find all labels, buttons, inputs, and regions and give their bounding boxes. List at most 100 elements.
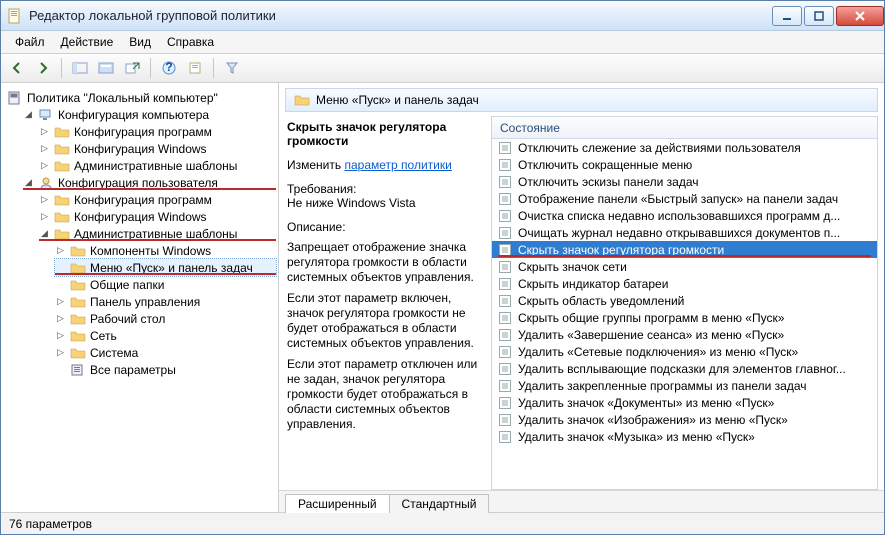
list-item-label: Скрыть индикатор батареи: [518, 277, 668, 291]
tree-all-settings[interactable]: Все параметры: [55, 361, 276, 378]
maximize-button[interactable]: [804, 6, 834, 26]
menu-view[interactable]: Вид: [123, 35, 157, 49]
setting-title: Скрыть значок регулятора громкости: [287, 120, 481, 148]
close-button[interactable]: [836, 6, 884, 26]
list-item[interactable]: Скрыть индикатор батареи: [492, 275, 877, 292]
tree-item[interactable]: ▷Конфигурация программ: [39, 191, 276, 208]
list-item[interactable]: Удалить значок «Документы» из меню «Пуск…: [492, 394, 877, 411]
list-item[interactable]: Очистка списка недавно использовавшихся …: [492, 207, 877, 224]
list-item[interactable]: Удалить «Завершение сеанса» из меню «Пус…: [492, 326, 877, 343]
expand-icon[interactable]: ▷: [55, 313, 66, 324]
tree-root[interactable]: Политика "Локальный компьютер": [7, 89, 276, 106]
forward-button[interactable]: [31, 56, 55, 80]
list-item[interactable]: Удалить закрепленные программы из панели…: [492, 377, 877, 394]
column-header-state[interactable]: Состояние: [492, 117, 877, 139]
list-item-label: Удалить «Завершение сеанса» из меню «Пус…: [518, 328, 784, 342]
expand-icon[interactable]: ▷: [39, 126, 50, 137]
list-item-label: Отключить сокращенные меню: [518, 158, 692, 172]
collapse-icon[interactable]: ◢: [39, 228, 50, 239]
back-button[interactable]: [5, 56, 29, 80]
list-item[interactable]: Удалить всплывающие подсказки для элемен…: [492, 360, 877, 377]
export-button[interactable]: [120, 56, 144, 80]
spacer: [55, 364, 66, 375]
tree-label: Все параметры: [90, 363, 176, 377]
spacer: [55, 262, 66, 273]
list-item[interactable]: Скрыть значок сети: [492, 258, 877, 275]
setting-icon: [498, 396, 512, 410]
list-item-label: Отключить эскизы панели задач: [518, 175, 698, 189]
list-item-label: Отключить слежение за действиями пользов…: [518, 141, 801, 155]
tree-label: Административные шаблоны: [74, 159, 237, 173]
tree-item[interactable]: ▷ Административные шаблоны: [39, 157, 276, 174]
settings-icon: [70, 363, 86, 377]
list-item-label: Скрыть область уведомлений: [518, 294, 684, 308]
list-item[interactable]: Отключить эскизы панели задач: [492, 173, 877, 190]
list-item[interactable]: Отображение панели «Быстрый запуск» на п…: [492, 190, 877, 207]
tree-computer-config[interactable]: ◢ Конфигурация компьютера: [23, 106, 276, 123]
tree-label: Панель управления: [90, 295, 200, 309]
folder-icon: [54, 210, 70, 224]
tree-item[interactable]: ▷ Сеть: [55, 327, 276, 344]
setting-icon: [498, 141, 512, 155]
setting-icon: [498, 294, 512, 308]
expand-icon[interactable]: ▷: [55, 330, 66, 341]
menu-help[interactable]: Справка: [161, 35, 220, 49]
properties-button[interactable]: [94, 56, 118, 80]
expand-icon[interactable]: ▷: [55, 347, 66, 358]
list-item[interactable]: Отключить слежение за действиями пользов…: [492, 139, 877, 156]
view-tabs: Расширенный Стандартный: [279, 490, 884, 512]
list-item[interactable]: Удалить «Сетевые подключения» из меню «П…: [492, 343, 877, 360]
list-item-label: Удалить закрепленные программы из панели…: [518, 379, 807, 393]
list-body[interactable]: Отключить слежение за действиями пользов…: [492, 139, 877, 489]
tree-start-menu-taskbar[interactable]: Меню «Пуск» и панель задач: [55, 259, 276, 276]
menu-file[interactable]: Файл: [9, 35, 51, 49]
expand-icon[interactable]: ▷: [55, 296, 66, 307]
list-item[interactable]: Очищать журнал недавно открывавшихся док…: [492, 224, 877, 241]
tree-user-config[interactable]: ◢ Конфигурация пользователя: [23, 174, 276, 191]
list-item[interactable]: Скрыть общие группы программ в меню «Пус…: [492, 309, 877, 326]
setting-icon: [498, 260, 512, 274]
setting-icon: [498, 175, 512, 189]
toolbar: ?: [1, 53, 884, 83]
minimize-button[interactable]: [772, 6, 802, 26]
tree-item[interactable]: ▷ Конфигурация Windows: [39, 140, 276, 157]
setting-icon: [498, 209, 512, 223]
expand-icon[interactable]: ▷: [55, 245, 66, 256]
tree-item[interactable]: ▷Компоненты Windows: [55, 242, 276, 259]
tab-standard[interactable]: Стандартный: [389, 494, 490, 513]
tree-admin-templates[interactable]: ◢Административные шаблоны: [39, 225, 276, 242]
menu-action[interactable]: Действие: [55, 35, 120, 49]
list-item[interactable]: Скрыть область уведомлений: [492, 292, 877, 309]
description-p3: Если этот параметр отключен или не задан…: [287, 357, 481, 432]
list-item-label: Очистка списка недавно использовавшихся …: [518, 209, 840, 223]
list-item[interactable]: Удалить значок «Изображения» из меню «Пу…: [492, 411, 877, 428]
expand-icon[interactable]: ▷: [39, 160, 50, 171]
tree-item[interactable]: ▷Конфигурация программ: [39, 123, 276, 140]
expand-icon[interactable]: ▷: [39, 194, 50, 205]
show-hide-tree-button[interactable]: [68, 56, 92, 80]
list-item[interactable]: Удалить значок «Музыка» из меню «Пуск»: [492, 428, 877, 445]
list-item[interactable]: Отключить сокращенные меню: [492, 156, 877, 173]
tree-pane[interactable]: Политика "Локальный компьютер" ◢ Конфигу…: [1, 83, 279, 512]
collapse-icon[interactable]: ◢: [23, 109, 34, 120]
filter-button[interactable]: [220, 56, 244, 80]
tree-item[interactable]: ▷ Панель управления: [55, 293, 276, 310]
tab-extended[interactable]: Расширенный: [285, 494, 390, 513]
collapse-icon[interactable]: ◢: [23, 177, 34, 188]
refresh-button[interactable]: [183, 56, 207, 80]
tree-item[interactable]: ▷Система: [55, 344, 276, 361]
tree-label: Сеть: [90, 329, 117, 343]
setting-icon: [498, 413, 512, 427]
tree-item[interactable]: ▷Рабочий стол: [55, 310, 276, 327]
tree-label: Конфигурация Windows: [74, 142, 207, 156]
description-p1: Запрещает отображение значка регулятора …: [287, 240, 481, 285]
expand-icon[interactable]: ▷: [39, 143, 50, 154]
policy-setting-link[interactable]: параметр политики: [344, 158, 451, 172]
tree-item[interactable]: ▷Конфигурация Windows: [39, 208, 276, 225]
tree-item[interactable]: Общие папки: [55, 276, 276, 293]
help-button[interactable]: ?: [157, 56, 181, 80]
setting-icon: [498, 362, 512, 376]
expand-icon[interactable]: ▷: [39, 211, 50, 222]
list-item[interactable]: Скрыть значок регулятора громкости: [492, 241, 877, 258]
setting-icon: [498, 379, 512, 393]
